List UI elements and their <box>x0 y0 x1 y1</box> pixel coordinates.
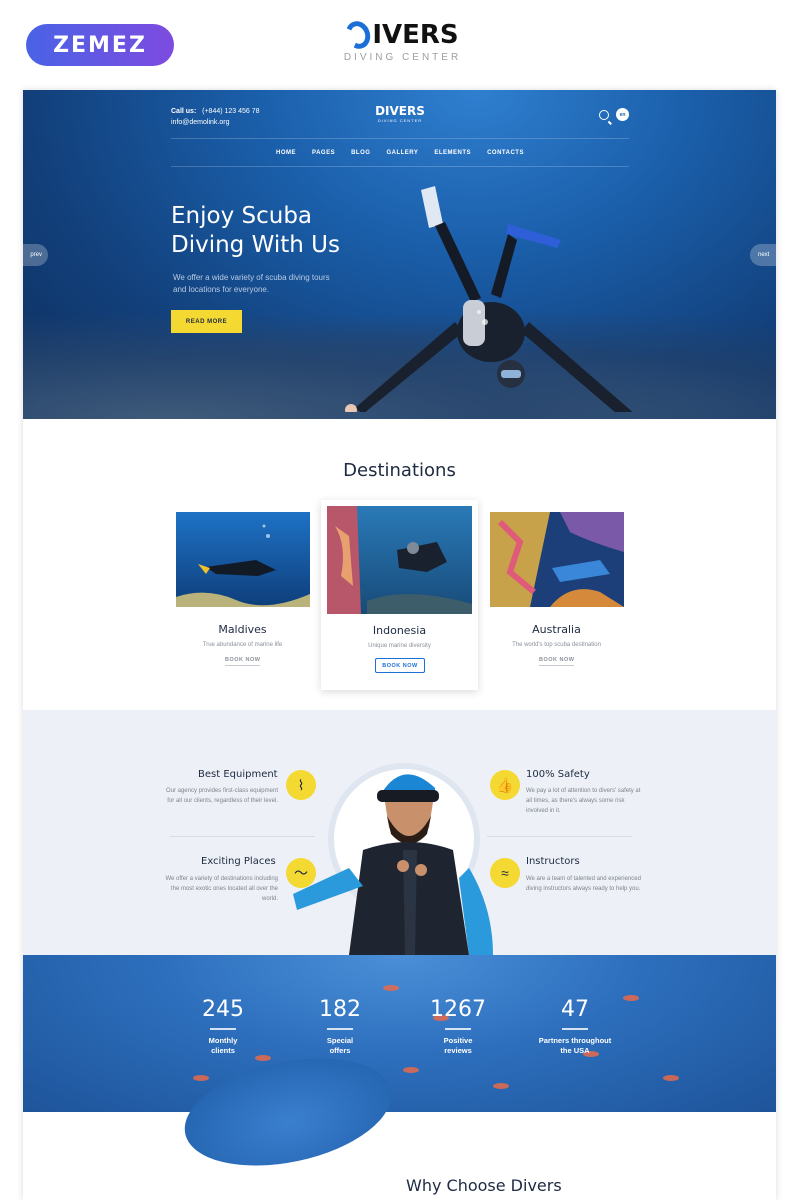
zemez-logo-button[interactable]: ZEMEZ <box>26 24 174 66</box>
feature-divider-right <box>487 836 632 837</box>
card-description: True abundance of marine life <box>202 642 283 648</box>
brand-subtitle: DIVING CENTER <box>343 52 462 63</box>
brand-word-text: IVERS <box>372 20 459 50</box>
counter-number: 1267 <box>430 997 486 1022</box>
card-description: The world's top scuba destination <box>512 642 601 648</box>
read-more-button[interactable]: READ MORE <box>171 310 242 333</box>
nav-pages[interactable]: PAGES <box>312 150 335 156</box>
main-nav: HOME PAGES BLOG GALLERY ELEMENTS CONTACT… <box>171 150 629 156</box>
nav-contacts[interactable]: CONTACTS <box>487 150 524 156</box>
card-name: Maldives <box>218 623 267 636</box>
why-choose-title: Why Choose Divers <box>406 1176 562 1195</box>
indonesia-photo <box>327 506 472 614</box>
feature-title-equipment: Best Equipment <box>198 769 278 780</box>
destinations-title: Destinations <box>343 460 456 481</box>
slider-next-button[interactable]: next <box>750 244 776 266</box>
brand-d-icon <box>342 17 375 53</box>
feature-title-safety: 100% Safety <box>526 769 590 780</box>
fish-decoration <box>403 1067 419 1073</box>
header-divider <box>171 138 629 139</box>
counter-number: 182 <box>319 997 361 1022</box>
australia-photo <box>490 512 624 607</box>
feature-text-instructors: We are a team of talented and experience… <box>526 876 641 892</box>
hero-title: Enjoy Scuba Diving With Us <box>171 203 340 258</box>
destination-card-maldives[interactable]: Maldives True abundance of marine life B… <box>170 505 315 680</box>
swimmer-icon: ≈ <box>490 858 520 888</box>
wetsuit-diver-image <box>293 774 493 955</box>
phone-line: Call us: (+844) 123 456 78 <box>171 106 260 117</box>
counter-label: Monthly clients <box>208 1036 238 1055</box>
counter-number: 47 <box>561 997 589 1022</box>
fish-decoration <box>663 1075 679 1081</box>
hero-contact-info: Call us: (+844) 123 456 78 info@demolink… <box>171 106 260 128</box>
snorkel-icon: ⌇ <box>286 770 316 800</box>
feature-title-instructors: Instructors <box>526 856 580 867</box>
counter-label: Positive reviews <box>443 1036 473 1055</box>
destination-card-indonesia[interactable]: Indonesia Unique marine diversity BOOK N… <box>321 500 478 690</box>
hero-logo[interactable]: DIVERS DIVING CENTER <box>373 104 427 123</box>
features-section: Best Equipment Our agency provides first… <box>23 710 776 955</box>
counter-special-offers: 182 Special offers <box>285 997 395 1056</box>
counter-underline <box>210 1028 236 1030</box>
thumbs-up-icon: 👍 <box>490 770 520 800</box>
feature-divider-left <box>170 836 315 837</box>
book-now-link[interactable]: BOOK NOW <box>539 657 575 666</box>
counter-label: Partners throughout the USA <box>538 1036 612 1055</box>
nav-elements[interactable]: ELEMENTS <box>434 150 471 156</box>
feature-text-places: We offer a variety of destinations inclu… <box>165 876 278 902</box>
hero-section: Call us: (+844) 123 456 78 info@demolink… <box>23 90 776 419</box>
feature-title-places: Exciting Places <box>201 856 276 867</box>
fish-decoration <box>383 985 399 991</box>
counter-label: Special offers <box>326 1036 354 1055</box>
nav-blog[interactable]: BLOG <box>351 150 370 156</box>
email-link[interactable]: info@demolink.org <box>171 117 260 128</box>
brand-wordmark: IVERS <box>340 17 465 53</box>
feature-text-equipment: Our agency provides first-class equipmen… <box>165 788 278 804</box>
counter-underline <box>445 1028 471 1030</box>
counter-positive-reviews: 1267 Positive reviews <box>403 997 513 1056</box>
call-label: Call us: <box>171 108 197 115</box>
feature-text-safety: We pay a lot of attention to divers' saf… <box>526 788 641 814</box>
hero-logo-sub: DIVING CENTER <box>377 118 423 123</box>
counter-underline <box>562 1028 588 1030</box>
preview-frame: Call us: (+844) 123 456 78 info@demolink… <box>23 90 776 1200</box>
card-name: Australia <box>532 623 581 636</box>
nav-gallery[interactable]: GALLERY <box>386 150 418 156</box>
counters-section: 245 Monthly clients 182 Special offers 1… <box>23 955 776 1112</box>
hero-logo-word: DIVERS <box>375 104 425 118</box>
counter-number: 245 <box>202 997 244 1022</box>
counter-underline <box>327 1028 353 1030</box>
book-now-button[interactable]: BOOK NOW <box>375 658 425 673</box>
top-strip: ZEMEZ IVERS DIVING CENTER <box>0 0 800 90</box>
nav-home[interactable]: HOME <box>276 150 296 156</box>
fish-decoration <box>193 1075 209 1081</box>
slider-prev-button[interactable]: prev <box>23 244 48 266</box>
dolphin-icon: 〜 <box>286 858 316 888</box>
counter-partners: 47 Partners throughout the USA <box>520 997 630 1056</box>
maldives-photo <box>176 512 310 607</box>
search-icon[interactable] <box>599 110 609 120</box>
brand-logo[interactable]: IVERS DIVING CENTER <box>340 17 465 63</box>
book-now-link[interactable]: BOOK NOW <box>225 657 261 666</box>
counter-monthly-clients: 245 Monthly clients <box>168 997 278 1056</box>
fish-decoration <box>493 1083 509 1089</box>
language-switch[interactable]: en <box>616 108 629 121</box>
destination-card-australia[interactable]: Australia The world's top scuba destinat… <box>484 505 629 680</box>
hero-text: We offer a wide variety of scuba diving … <box>173 273 330 294</box>
phone-number[interactable]: (+844) 123 456 78 <box>202 108 259 115</box>
card-description: Unique marine diversity <box>368 643 431 649</box>
nav-divider <box>171 166 629 167</box>
card-name: Indonesia <box>372 624 427 637</box>
